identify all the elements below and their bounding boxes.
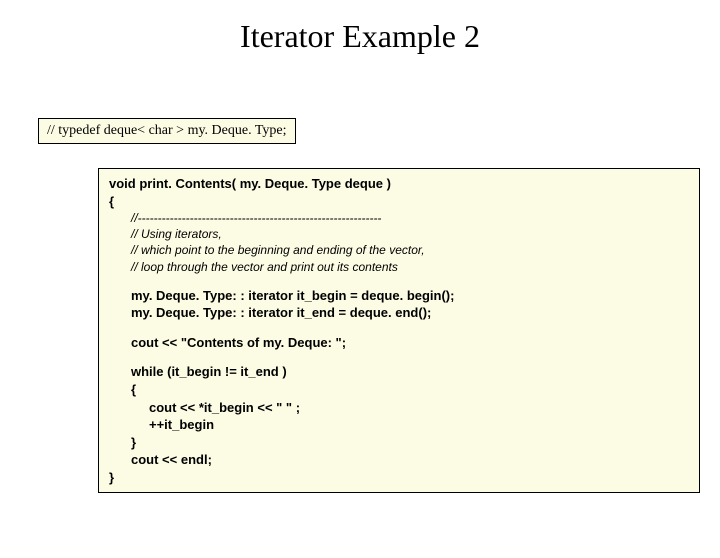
code-line: my. Deque. Type: : iterator it_begin = d… (131, 287, 689, 305)
code-line: cout << endl; (131, 451, 689, 469)
code-line: ++it_begin (149, 416, 689, 434)
code-line: while (it_begin != it_end ) (131, 363, 689, 381)
code-line: cout << "Contents of my. Deque: "; (131, 334, 689, 352)
code-comment: // Using iterators, (131, 226, 689, 242)
code-line: my. Deque. Type: : iterator it_end = deq… (131, 304, 689, 322)
code-line: { (131, 381, 689, 399)
page-title: Iterator Example 2 (0, 18, 720, 55)
code-line: } (131, 434, 689, 452)
code-box: void print. Contents( my. Deque. Type de… (98, 168, 700, 493)
code-line: } (109, 469, 689, 487)
code-comment: // loop through the vector and print out… (131, 259, 689, 275)
code-line: void print. Contents( my. Deque. Type de… (109, 175, 689, 193)
code-line: { (109, 193, 689, 211)
code-line: cout << *it_begin << " " ; (149, 399, 689, 417)
code-comment: //--------------------------------------… (131, 210, 689, 226)
typedef-box: // typedef deque< char > my. Deque. Type… (38, 118, 296, 144)
code-comment: // which point to the beginning and endi… (131, 242, 689, 258)
